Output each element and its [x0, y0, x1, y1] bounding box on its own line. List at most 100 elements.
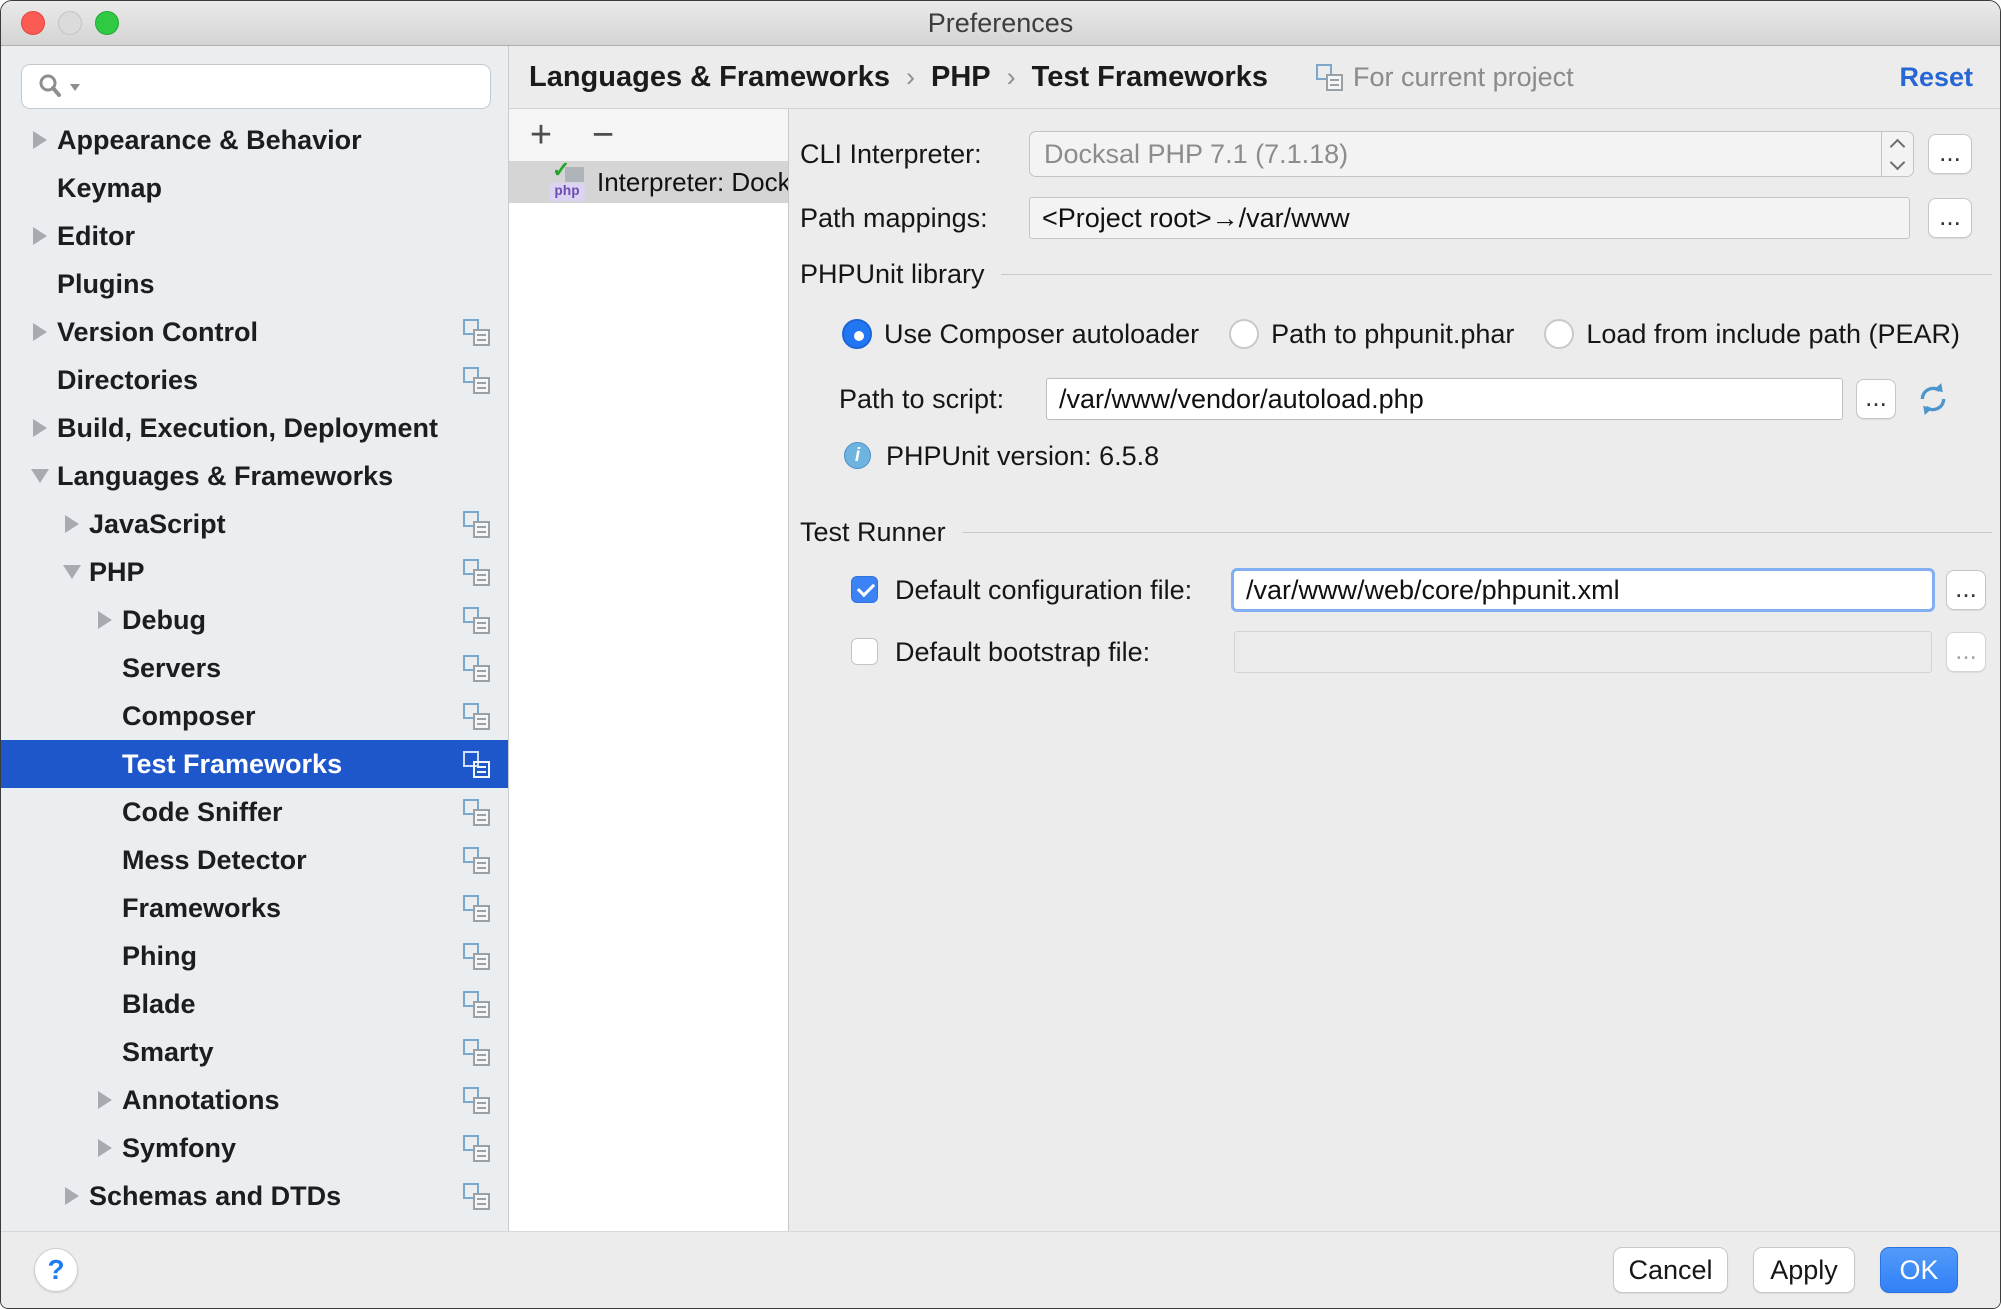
path-mappings-browse-button[interactable]: ...	[1928, 198, 1972, 238]
sidebar-item-build-execution-deployment[interactable]: Build, Execution, Deployment	[1, 404, 508, 452]
sidebar-item-code-sniffer[interactable]: Code Sniffer	[1, 788, 508, 836]
sidebar-item-appearance-behavior[interactable]: Appearance & Behavior	[1, 116, 508, 164]
sidebar-item-label: Directories	[57, 365, 198, 396]
sidebar-item-plugins[interactable]: Plugins	[1, 260, 508, 308]
default-config-checkbox[interactable]	[851, 576, 878, 603]
preferences-window: Preferences Appearance & Behavior KeymapE…	[0, 0, 2001, 1309]
sidebar-item-blade[interactable]: Blade	[1, 980, 508, 1028]
combo-spinner-icon[interactable]	[1881, 132, 1913, 176]
radio-use-composer-autoloader[interactable]: Use Composer autoloader	[842, 319, 1199, 350]
project-scope-icon	[463, 1183, 490, 1210]
expand-arrow-icon[interactable]	[23, 131, 57, 149]
collapse-arrow-icon[interactable]	[55, 565, 89, 579]
project-scope-icon	[463, 703, 490, 730]
info-icon: i	[844, 442, 871, 469]
apply-button[interactable]: Apply	[1753, 1247, 1855, 1293]
sidebar-item-smarty[interactable]: Smarty	[1, 1028, 508, 1076]
sidebar-item-editor[interactable]: Editor	[1, 212, 508, 260]
ok-button[interactable]: OK	[1880, 1247, 1958, 1293]
titlebar: Preferences	[1, 1, 2000, 46]
sidebar-item-keymap[interactable]: Keymap	[1, 164, 508, 212]
reset-link[interactable]: Reset	[1899, 62, 1973, 93]
path-mappings-field[interactable]: <Project root>→/var/www	[1029, 197, 1910, 239]
expand-arrow-icon[interactable]	[23, 419, 57, 437]
sidebar-item-label: Blade	[122, 989, 196, 1020]
expand-arrow-icon[interactable]	[23, 227, 57, 245]
sidebar-item-test-frameworks[interactable]: Test Frameworks	[1, 740, 508, 788]
sidebar-item-version-control[interactable]: Version Control	[1, 308, 508, 356]
add-button[interactable]: +	[523, 116, 559, 154]
default-bootstrap-field[interactable]	[1234, 631, 1932, 673]
sidebar-item-label: Test Frameworks	[122, 749, 342, 780]
breadcrumb-part-test-frameworks[interactable]: Test Frameworks	[1032, 61, 1268, 94]
sidebar-item-label: Version Control	[57, 317, 258, 348]
sidebar-item-directories[interactable]: Directories	[1, 356, 508, 404]
radio-path-to-phpunit-phar[interactable]: Path to phpunit.phar	[1229, 319, 1514, 350]
sidebar-item-javascript[interactable]: JavaScript	[1, 500, 508, 548]
project-scope-icon	[463, 367, 490, 394]
sidebar-item-debug[interactable]: Debug	[1, 596, 508, 644]
cli-interpreter-browse-button[interactable]: ...	[1928, 134, 1972, 174]
project-scope-icon	[463, 847, 490, 874]
window-title: Preferences	[1, 1, 2000, 46]
path-to-script-field[interactable]: /var/www/vendor/autoload.php	[1046, 378, 1843, 420]
default-config-field[interactable]: /var/www/web/core/phpunit.xml	[1231, 568, 1935, 612]
sidebar-item-annotations[interactable]: Annotations	[1, 1076, 508, 1124]
project-scope-icon	[463, 751, 490, 778]
breadcrumb-part-php[interactable]: PHP	[931, 61, 991, 94]
interpreter-list-panel: + − ✓ php Interpreter: Dock	[509, 109, 789, 1231]
radio-unselected-icon[interactable]	[1544, 319, 1574, 349]
php-interpreter-icon: ✓ php	[549, 163, 587, 201]
sidebar-item-mess-detector[interactable]: Mess Detector	[1, 836, 508, 884]
expand-arrow-icon[interactable]	[55, 515, 89, 533]
sidebar-item-label: Code Sniffer	[122, 797, 283, 828]
cli-interpreter-select[interactable]: Docksal PHP 7.1 (7.1.18)	[1029, 131, 1914, 177]
sidebar-item-symfony[interactable]: Symfony	[1, 1124, 508, 1172]
sidebar-item-frameworks[interactable]: Frameworks	[1, 884, 508, 932]
cancel-button[interactable]: Cancel	[1613, 1247, 1728, 1293]
sidebar-item-label: Smarty	[122, 1037, 214, 1068]
phpunit-library-title: PHPUnit library	[800, 259, 985, 290]
expand-arrow-icon[interactable]	[88, 1139, 122, 1157]
radio-unselected-icon[interactable]	[1229, 319, 1259, 349]
project-scope-icon	[463, 319, 490, 346]
project-scope-icon	[1316, 64, 1343, 91]
sidebar-item-label: Frameworks	[122, 893, 281, 924]
expand-arrow-icon[interactable]	[23, 323, 57, 341]
sidebar-item-phing[interactable]: Phing	[1, 932, 508, 980]
interpreter-item-label: Interpreter: Dock	[597, 167, 788, 198]
project-scope-icon	[463, 799, 490, 826]
search-options-caret-icon	[69, 82, 81, 92]
radio-load-from-include-path-pear[interactable]: Load from include path (PEAR)	[1544, 319, 1960, 350]
expand-arrow-icon[interactable]	[55, 1187, 89, 1205]
help-button[interactable]: ?	[34, 1248, 78, 1292]
sidebar-item-schemas-and-dtds[interactable]: Schemas and DTDs	[1, 1172, 508, 1220]
interpreter-list-item[interactable]: ✓ php Interpreter: Dock	[509, 161, 788, 203]
sidebar-item-label: Plugins	[57, 269, 155, 300]
path-to-script-browse-button[interactable]: ...	[1856, 379, 1896, 419]
sidebar-item-languages-frameworks[interactable]: Languages & Frameworks	[1, 452, 508, 500]
breadcrumb-bar: Languages & Frameworks›PHP›Test Framewor…	[509, 46, 2000, 109]
sidebar-item-php[interactable]: PHP	[1, 548, 508, 596]
sidebar-item-servers[interactable]: Servers	[1, 644, 508, 692]
default-config-browse-button[interactable]: ...	[1946, 570, 1986, 610]
sidebar-item-composer[interactable]: Composer	[1, 692, 508, 740]
expand-arrow-icon[interactable]	[88, 611, 122, 629]
breadcrumb-separator: ›	[906, 62, 915, 93]
expand-arrow-icon[interactable]	[88, 1091, 122, 1109]
default-bootstrap-browse-button[interactable]: ...	[1946, 632, 1986, 672]
remove-button[interactable]: −	[585, 116, 621, 154]
collapse-arrow-icon[interactable]	[23, 469, 57, 483]
default-bootstrap-checkbox[interactable]	[851, 638, 878, 665]
radio-selected-icon[interactable]	[842, 319, 872, 349]
sidebar-item-label: Debug	[122, 605, 206, 636]
sidebar-item-label: Appearance & Behavior	[57, 125, 362, 156]
search-input[interactable]	[21, 64, 491, 109]
sidebar-item-label: Languages & Frameworks	[57, 461, 393, 492]
list-toolbar: + −	[509, 109, 788, 161]
breadcrumb-part-languages-frameworks[interactable]: Languages & Frameworks	[529, 61, 890, 94]
reload-phpunit-icon[interactable]	[1916, 382, 1950, 416]
project-scope-icon	[463, 895, 490, 922]
project-scope-icon	[463, 559, 490, 586]
sidebar-item-label: Build, Execution, Deployment	[57, 413, 438, 444]
